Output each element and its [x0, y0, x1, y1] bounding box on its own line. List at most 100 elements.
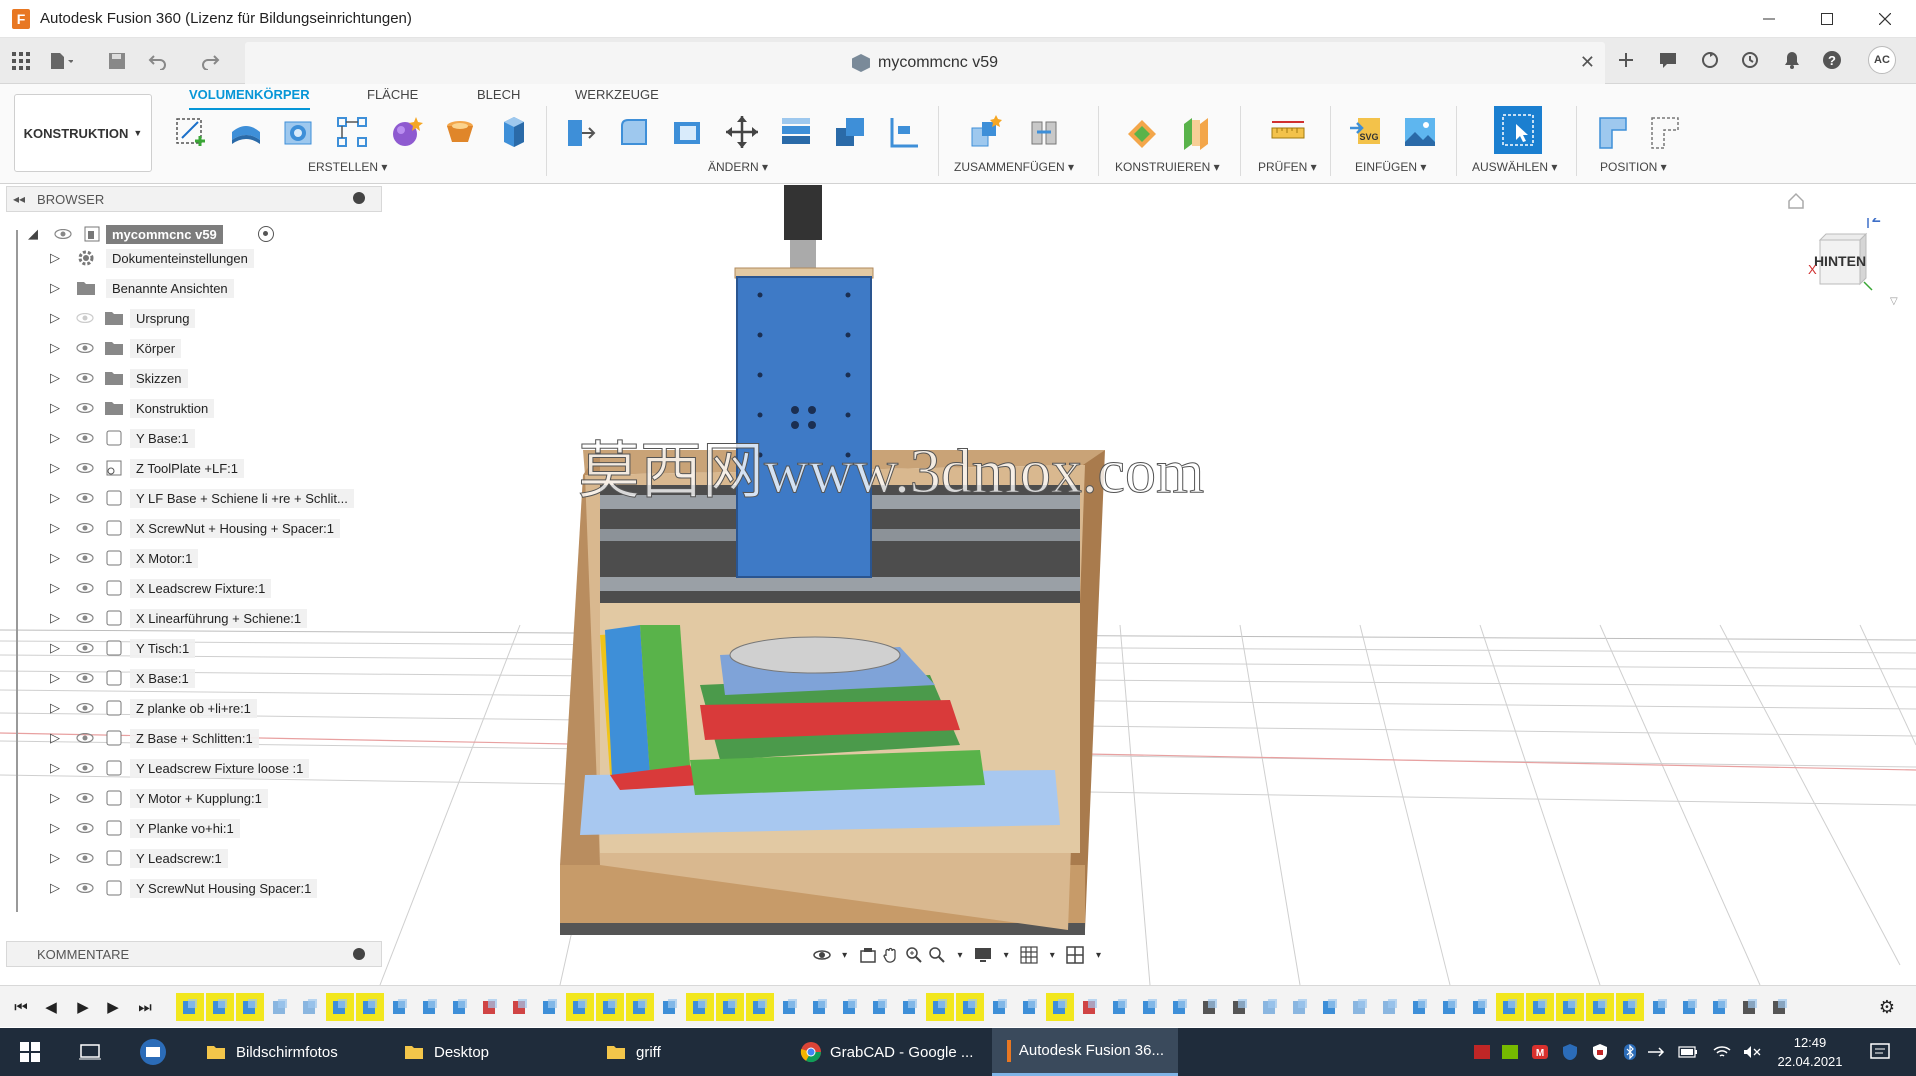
wifi-icon[interactable] — [1712, 1042, 1732, 1062]
task-view-button[interactable] — [76, 1028, 104, 1076]
eye-icon[interactable] — [74, 731, 96, 745]
timeline-feature[interactable] — [206, 993, 234, 1021]
eye-icon[interactable] — [74, 881, 96, 895]
step-forward-button[interactable]: ▶ — [102, 997, 124, 1017]
taskbar-clock[interactable]: 12:49 22.04.2021 — [1770, 1033, 1850, 1071]
save-button[interactable] — [104, 48, 130, 74]
eye-icon[interactable] — [74, 761, 96, 775]
battery-icon[interactable] — [1678, 1042, 1698, 1062]
zoom-menu-chevron-icon[interactable]: ▾ — [948, 943, 971, 967]
timeline-feature[interactable] — [1436, 993, 1464, 1021]
timeline-feature[interactable] — [476, 993, 504, 1021]
sketch-pattern-button[interactable] — [332, 110, 372, 154]
expand-triangle-icon[interactable]: ▷ — [48, 700, 62, 716]
offset-plane-button[interactable] — [1122, 110, 1162, 154]
timeline-feature[interactable] — [596, 993, 624, 1021]
view-cube[interactable]: HINTEN Z X — [1806, 209, 1881, 291]
timeline-feature[interactable] — [776, 993, 804, 1021]
timeline-feature[interactable] — [716, 993, 744, 1021]
browser-tree-item[interactable]: ▷ Y Base:1 — [6, 426, 382, 450]
expand-triangle-icon[interactable]: ▷ — [48, 850, 62, 866]
timeline-feature[interactable] — [1346, 993, 1374, 1021]
browser-tree-item[interactable]: ▷ Konstruktion — [6, 396, 382, 420]
browser-tree-item[interactable]: ▷ Körper — [6, 336, 382, 360]
new-tab-button[interactable] — [1612, 46, 1640, 74]
comments-toggle-button[interactable] — [1654, 46, 1682, 74]
usb-icon[interactable] — [1646, 1042, 1666, 1062]
tab-flaeche[interactable]: FLÄCHE — [367, 84, 418, 110]
timeline-feature[interactable] — [1076, 993, 1104, 1021]
fit-button[interactable] — [925, 943, 948, 967]
data-panel-button[interactable] — [8, 48, 34, 74]
browser-tree-item[interactable]: ▷ Y Tisch:1 — [6, 636, 382, 660]
group-position-label[interactable]: POSITION ▾ — [1600, 160, 1667, 174]
browser-tree-item[interactable]: ▷ X Linearführung + Schiene:1 — [6, 606, 382, 630]
browser-tree-item[interactable]: ▷ Y Motor + Kupplung:1 — [6, 786, 382, 810]
timeline-feature[interactable] — [1196, 993, 1224, 1021]
timeline-feature[interactable] — [686, 993, 714, 1021]
timeline-feature[interactable] — [386, 993, 414, 1021]
browser-tree-item[interactable]: ▷ Y Planke vo+hi:1 — [6, 816, 382, 840]
shell-button[interactable] — [668, 110, 708, 154]
expand-triangle-icon[interactable]: ▷ — [48, 550, 62, 566]
browser-tree-item[interactable]: ▷ Z ToolPlate +LF:1 — [6, 456, 382, 480]
group-aendern-label[interactable]: ÄNDERN ▾ — [708, 160, 768, 174]
browser-tree-item[interactable]: ▷ Ursprung — [6, 306, 382, 330]
timeline-feature[interactable] — [1166, 993, 1194, 1021]
expand-triangle-icon[interactable]: ▷ — [48, 310, 62, 326]
eye-icon[interactable] — [74, 341, 96, 355]
press-pull-button[interactable] — [560, 110, 600, 154]
timeline-feature[interactable] — [1046, 993, 1074, 1021]
workspace-switcher[interactable]: KONSTRUKTION ▼ — [14, 94, 152, 172]
timeline-feature[interactable] — [1316, 993, 1344, 1021]
group-erstellen-label[interactable]: ERSTELLEN ▾ — [308, 160, 387, 174]
tray-nvidia-icon[interactable] — [1500, 1042, 1520, 1062]
display-settings-button[interactable] — [972, 943, 995, 967]
combine-button[interactable] — [830, 110, 870, 154]
notifications-button[interactable] — [1778, 46, 1806, 74]
timeline-feature[interactable] — [836, 993, 864, 1021]
timeline-feature[interactable] — [1376, 993, 1404, 1021]
expand-triangle-icon[interactable]: ▷ — [48, 580, 62, 596]
expand-triangle-icon[interactable]: ▷ — [48, 490, 62, 506]
timeline-feature[interactable] — [986, 993, 1014, 1021]
create-form-button[interactable] — [386, 110, 426, 154]
box-button[interactable] — [494, 110, 534, 154]
timeline-feature[interactable] — [1556, 993, 1584, 1021]
timeline-feature[interactable] — [1016, 993, 1044, 1021]
eye-icon[interactable] — [74, 611, 96, 625]
taskbar-item-bildschirmfotos[interactable]: Bildschirmfotos — [192, 1028, 352, 1076]
taskbar-item-desktop[interactable]: Desktop — [394, 1028, 499, 1076]
expand-triangle-icon[interactable]: ▷ — [48, 370, 62, 386]
group-pruefen-label[interactable]: PRÜFEN ▾ — [1258, 160, 1317, 174]
home-view-button[interactable] — [1787, 192, 1805, 210]
eye-icon[interactable] — [74, 311, 96, 325]
position-capture-button[interactable] — [1594, 110, 1634, 154]
eye-icon[interactable] — [74, 671, 96, 685]
align-button[interactable] — [776, 110, 816, 154]
group-konstruieren-label[interactable]: KONSTRUIEREN ▾ — [1115, 160, 1220, 174]
measure-button[interactable] — [1268, 110, 1308, 154]
orbit-menu-chevron-icon[interactable]: ▾ — [833, 943, 856, 967]
expand-triangle-icon[interactable]: ▷ — [48, 280, 62, 296]
fillet-button[interactable] — [614, 110, 654, 154]
timeline-feature[interactable] — [296, 993, 324, 1021]
timeline-feature[interactable] — [1106, 993, 1134, 1021]
timeline-feature[interactable] — [1226, 993, 1254, 1021]
derive-button[interactable] — [440, 110, 480, 154]
timeline-feature[interactable] — [566, 993, 594, 1021]
eye-icon[interactable] — [74, 551, 96, 565]
create-sketch-button[interactable] — [172, 110, 212, 154]
eye-icon[interactable] — [74, 431, 96, 445]
expand-triangle-icon[interactable]: ▷ — [48, 640, 62, 656]
tray-shield-icon[interactable] — [1560, 1042, 1580, 1062]
browser-tree-item[interactable]: ▷ X Leadscrew Fixture:1 — [6, 576, 382, 600]
eye-icon[interactable] — [74, 701, 96, 715]
tray-security-icon[interactable] — [1590, 1042, 1610, 1062]
maximize-button[interactable] — [1798, 0, 1856, 38]
timeline-feature[interactable] — [1496, 993, 1524, 1021]
timeline-feature[interactable] — [746, 993, 774, 1021]
physical-material-button[interactable] — [884, 110, 924, 154]
timeline-feature[interactable] — [1736, 993, 1764, 1021]
grid-menu-chevron-icon[interactable]: ▾ — [1041, 943, 1064, 967]
